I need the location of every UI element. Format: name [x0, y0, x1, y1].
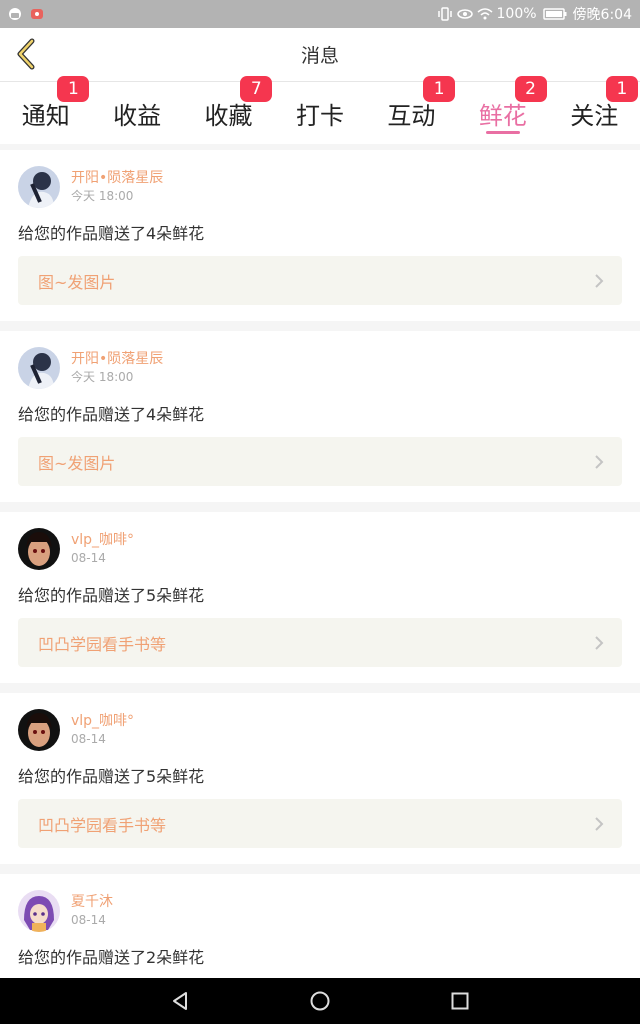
list-item: 开阳•陨落星辰 今天 18:00 给您的作品赠送了4朵鲜花 图~发图片 [0, 331, 640, 502]
message-text: 给您的作品赠送了2朵鲜花 [18, 948, 205, 967]
work-title: 图~发图片 [38, 453, 116, 473]
shield-icon [8, 7, 22, 21]
tab-badge: 2 [514, 76, 547, 102]
username[interactable]: 开阳•陨落星辰 [71, 169, 163, 187]
avatar[interactable] [18, 890, 60, 932]
chevron-right-icon [595, 454, 604, 469]
timestamp: 08-14 [71, 913, 106, 927]
tab-badge: 1 [57, 76, 90, 102]
message-text: 给您的作品赠送了4朵鲜花 [18, 405, 205, 424]
status-bar: 100% 傍晚6:04 [0, 0, 640, 28]
message-text: 给您的作品赠送了4朵鲜花 [18, 224, 205, 243]
user-meta: vlp_咖啡° 08-14 [71, 531, 134, 567]
tab-flowers[interactable]: 鲜花 2 [457, 76, 548, 144]
timestamp: 今天 18:00 [71, 370, 134, 384]
user-row: 开阳•陨落星辰 今天 18:00 [18, 347, 622, 389]
timestamp: 08-14 [71, 551, 106, 565]
work-link[interactable]: 凹凸学园看手书等 [18, 799, 622, 848]
vibrate-icon [437, 7, 452, 21]
list-item: 夏千沐 08-14 给您的作品赠送了2朵鲜花 [0, 874, 640, 978]
list-item: vlp_咖啡° 08-14 给您的作品赠送了5朵鲜花 凹凸学园看手书等 [0, 693, 640, 864]
user-meta: 开阳•陨落星辰 今天 18:00 [71, 169, 163, 205]
tab-label: 打卡 [295, 101, 344, 130]
nav-back-button[interactable] [165, 986, 195, 1016]
page-title: 消息 [300, 45, 339, 67]
chevron-right-icon [595, 816, 604, 831]
system-nav-bar [0, 978, 640, 1024]
tab-badge: 7 [240, 76, 273, 102]
triangle-back-icon [173, 992, 187, 1010]
notification-app-icon [30, 7, 44, 21]
battery-icon [542, 7, 567, 21]
tab-notifications[interactable]: 通知 1 [0, 76, 91, 144]
user-row: 开阳•陨落星辰 今天 18:00 [18, 166, 622, 208]
tab-badge: 1 [605, 76, 638, 102]
tab-following[interactable]: 关注 1 [549, 76, 640, 144]
work-link[interactable]: 图~发图片 [18, 256, 622, 305]
username[interactable]: vlp_咖啡° [71, 531, 134, 549]
clock: 傍晚6:04 [572, 7, 632, 23]
username[interactable]: 开阳•陨落星辰 [71, 350, 163, 368]
wifi-icon [477, 7, 493, 21]
nav-recents-button[interactable] [445, 986, 475, 1016]
message-text: 给您的作品赠送了5朵鲜花 [18, 586, 205, 605]
status-left [8, 7, 44, 21]
status-right: 100% 傍晚6:04 [437, 4, 632, 24]
user-row: vlp_咖啡° 08-14 [18, 709, 622, 751]
work-title: 凹凸学园看手书等 [38, 634, 167, 654]
avatar[interactable] [18, 166, 60, 208]
user-meta: vlp_咖啡° 08-14 [71, 712, 134, 748]
work-title: 凹凸学园看手书等 [38, 815, 167, 835]
nav-home-button[interactable] [305, 986, 335, 1016]
tab-badge: 1 [423, 76, 456, 102]
work-link[interactable]: 图~发图片 [18, 437, 622, 486]
battery-percent: 100% [496, 6, 537, 22]
circle-home-icon [310, 991, 330, 1011]
tab-bar: 通知 1 收益 收藏 7 打卡 互动 1 鲜花 2 关注 1 [0, 76, 640, 144]
avatar[interactable] [18, 709, 60, 751]
avatar[interactable] [18, 528, 60, 570]
message-feed: 开阳•陨落星辰 今天 18:00 给您的作品赠送了4朵鲜花 图~发图片 开阳•陨… [0, 144, 640, 978]
chevron-right-icon [595, 273, 604, 288]
username[interactable]: 夏千沐 [71, 893, 113, 911]
tab-earnings[interactable]: 收益 [91, 82, 182, 144]
eye-icon [456, 7, 473, 21]
user-row: vlp_咖啡° 08-14 [18, 528, 622, 570]
work-title: 图~发图片 [38, 272, 116, 292]
username[interactable]: vlp_咖啡° [71, 712, 134, 730]
user-row: 夏千沐 08-14 [18, 890, 622, 932]
user-meta: 开阳•陨落星辰 今天 18:00 [71, 350, 163, 386]
list-item: 开阳•陨落星辰 今天 18:00 给您的作品赠送了4朵鲜花 图~发图片 [0, 150, 640, 321]
avatar[interactable] [18, 347, 60, 389]
list-item: vlp_咖啡° 08-14 给您的作品赠送了5朵鲜花 凹凸学园看手书等 [0, 512, 640, 683]
tab-checkin[interactable]: 打卡 [274, 82, 365, 144]
user-meta: 夏千沐 08-14 [71, 893, 113, 929]
tab-favorites[interactable]: 收藏 7 [183, 76, 274, 144]
message-text: 给您的作品赠送了5朵鲜花 [18, 767, 205, 786]
tab-label: 收益 [113, 101, 162, 130]
header: 消息 [0, 28, 640, 82]
timestamp: 今天 18:00 [71, 189, 134, 203]
square-recents-icon [451, 992, 469, 1010]
timestamp: 08-14 [71, 732, 106, 746]
chevron-right-icon [595, 635, 604, 650]
tab-interactions[interactable]: 互动 1 [366, 76, 457, 144]
work-link[interactable]: 凹凸学园看手书等 [18, 618, 622, 667]
